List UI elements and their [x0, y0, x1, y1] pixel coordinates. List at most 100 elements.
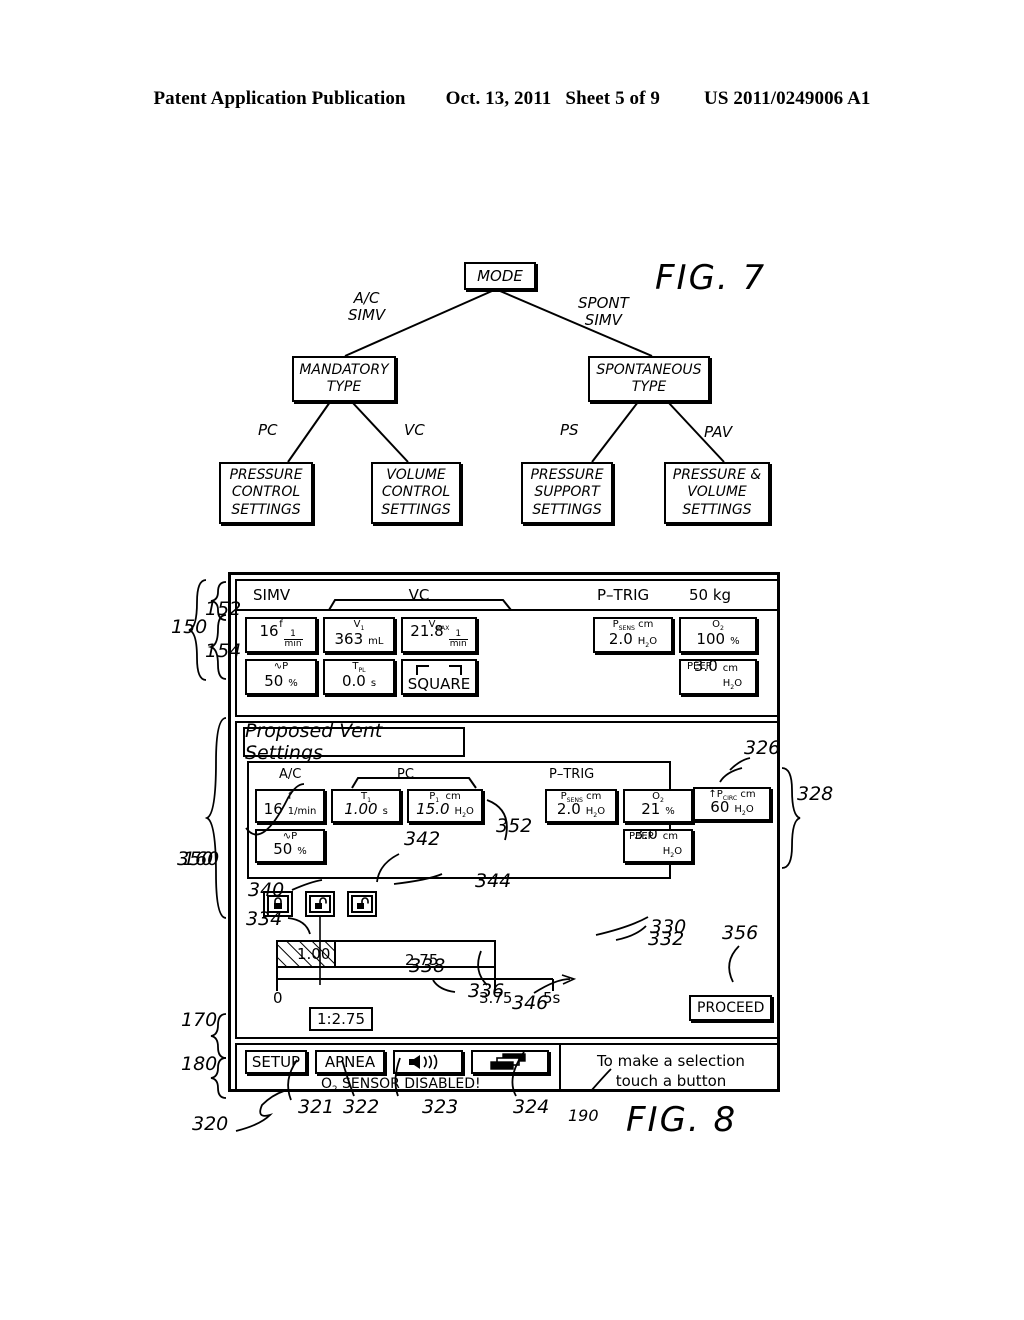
- setting-plateau-time[interactable]: TPL 0.0 s: [323, 659, 395, 695]
- figure-7: FIG. 7 MODE A/C SIMV SPONT SIMV MANDATOR…: [0, 0, 1024, 560]
- ref-321: 321: [298, 1096, 335, 1118]
- edge-label-pc: PC: [258, 421, 278, 439]
- figure-8-label: FIG. 8: [626, 1100, 738, 1140]
- proposed-settings-title: Proposed Vent Settings: [243, 720, 465, 764]
- proposed-setting-inspiratory-pressure-value: 15.0: [416, 800, 450, 818]
- proposed-setting-f[interactable]: f 16 1/min: [255, 789, 325, 823]
- proposed-setting-psens-value: 2.0: [556, 800, 581, 818]
- edge-label-pav: PAV: [704, 423, 733, 441]
- setting-tidal-volume-value: 363: [334, 630, 364, 648]
- ref-336: 336: [468, 980, 505, 1002]
- setup-button[interactable]: SETUP: [245, 1050, 307, 1074]
- ref-160: 160: [183, 848, 220, 870]
- current-settings-panel: SIMV VC P–TRIG 50 kg f 16 1 min V1 363 m…: [235, 579, 779, 717]
- node-mode: MODE: [464, 262, 536, 290]
- timeline-tick-0: 0: [273, 989, 283, 1007]
- inspiratory-time-label: 1.00: [297, 945, 331, 963]
- proposed-setting-o2-value: 21: [641, 800, 661, 818]
- setting-peep[interactable]: PEEP 3.0 cm H2O: [679, 659, 757, 695]
- o2-sensor-alert: O2 SENSOR DISABLED!: [321, 1076, 481, 1095]
- speaker-icon: [409, 1054, 438, 1070]
- proceed-button[interactable]: PROCEED: [689, 995, 773, 1021]
- current-trigger-label: P–TRIG: [597, 586, 650, 604]
- apnea-button[interactable]: APNEA: [315, 1050, 385, 1074]
- setting-waveform[interactable]: SQUARE: [401, 659, 477, 695]
- proposed-mode-label: A/C: [279, 767, 302, 782]
- lock-button-unlocked-1[interactable]: [305, 891, 335, 917]
- edge-label-spont-simv: SPONT SIMV: [578, 294, 629, 330]
- proposed-setting-f-value: 16: [263, 800, 283, 818]
- ref-180: 180: [181, 1053, 218, 1075]
- ref-190: 190: [568, 1106, 599, 1125]
- lock-open-icon: [357, 897, 369, 909]
- setting-peep-value: 3.0: [693, 659, 718, 675]
- proposed-setting-peep[interactable]: PEEP 3.0 cm H2O: [623, 829, 693, 863]
- proposed-settings-group: A/C PC P–TRIG f 16 1/min T1 1.00 s P1 cm…: [247, 761, 693, 879]
- setting-psens-value: 2.0: [608, 630, 633, 648]
- screens-button[interactable]: [471, 1050, 549, 1074]
- node-mandatory-type: MANDATORY TYPE: [292, 356, 396, 402]
- setting-o2-value: 100: [696, 630, 726, 648]
- message-divider: [559, 1045, 561, 1089]
- ref-326: 326: [744, 737, 781, 759]
- ref-342: 342: [404, 828, 441, 850]
- proposed-setting-inspiratory-time[interactable]: T1 1.00 s: [331, 789, 401, 823]
- ref-344: 344: [475, 870, 512, 892]
- lock-button-unlocked-2[interactable]: [347, 891, 377, 917]
- proposed-setting-rise-time[interactable]: ∿P 50 %: [255, 829, 325, 863]
- proposed-alarm-pcirc[interactable]: ↑PCIRC cm 60 H2O: [693, 787, 771, 821]
- alarm-silence-button[interactable]: [393, 1050, 463, 1074]
- proposed-setting-inspiratory-pressure[interactable]: P1 cm 15.0 H2O: [407, 789, 483, 823]
- setting-peak-flow[interactable]: V̇MAX 21.8 1 min: [401, 617, 477, 653]
- proposed-setting-peep-value: 3.0: [633, 829, 658, 843]
- node-pressure-support-settings: PRESSURE SUPPORT SETTINGS: [521, 462, 613, 524]
- ref-322: 322: [343, 1096, 380, 1118]
- setting-f[interactable]: f 16 1 min: [245, 617, 317, 653]
- patent-page: Patent Application Publication Oct. 13, …: [0, 0, 1024, 1320]
- status-message: To make a selection touch a button: [597, 1052, 745, 1091]
- proposed-setting-inspiratory-time-value: 1.00: [344, 800, 378, 818]
- node-pressure-control-settings: PRESSURE CONTROL SETTINGS: [219, 462, 313, 524]
- ref-152: 152: [205, 598, 242, 620]
- setting-waveform-value: SQUARE: [407, 675, 471, 693]
- current-mode-label: SIMV: [253, 586, 291, 604]
- bottom-button-bar: SETUP APNEA O2 SENSOR DISABLED! To make …: [235, 1043, 779, 1095]
- ref-338: 338: [409, 955, 446, 977]
- ref-334: 334: [246, 908, 283, 930]
- figure-7-label: FIG. 7: [655, 258, 767, 298]
- setting-rise-time-value: 50: [264, 672, 284, 690]
- edge-label-vc: VC: [404, 421, 425, 439]
- ref-328: 328: [797, 783, 834, 805]
- setting-o2[interactable]: O2 100 %: [679, 617, 757, 653]
- proposed-breath-type-bracket: [351, 777, 477, 789]
- ref-320: 320: [192, 1113, 229, 1135]
- ref-356: 356: [722, 922, 759, 944]
- screens-icon: [490, 1053, 526, 1070]
- ref-154: 154: [205, 640, 242, 662]
- proposed-setting-o2[interactable]: O2 21 %: [623, 789, 693, 823]
- edge-label-ac-simv: A/C SIMV: [348, 289, 386, 325]
- setting-tidal-volume[interactable]: V1 363 mL: [323, 617, 395, 653]
- ref-324: 324: [513, 1096, 550, 1118]
- lock-open-icon: [315, 897, 327, 909]
- ref-346: 346: [512, 992, 549, 1014]
- setting-peak-flow-value: 21.8: [410, 622, 444, 640]
- setting-psens[interactable]: PSENS cm 2.0 H2O: [593, 617, 673, 653]
- breath-type-bracket: [328, 599, 512, 611]
- setting-rise-time[interactable]: ∿P 50 %: [245, 659, 317, 695]
- ref-323: 323: [422, 1096, 459, 1118]
- ref-170: 170: [181, 1009, 218, 1031]
- ref-332: 332: [648, 928, 685, 950]
- node-spontaneous-type: SPONTANEOUS TYPE: [588, 356, 710, 402]
- node-volume-control-settings: VOLUME CONTROL SETTINGS: [371, 462, 461, 524]
- ref-150: 150: [171, 616, 208, 638]
- proposed-trigger-label: P–TRIG: [549, 767, 595, 782]
- node-pressure-volume-settings: PRESSURE & VOLUME SETTINGS: [664, 462, 770, 524]
- current-settings-header: SIMV VC P–TRIG 50 kg: [237, 581, 777, 611]
- setting-f-value: 16: [259, 622, 279, 640]
- ie-ratio-box[interactable]: 1:2.75: [309, 1007, 373, 1031]
- ref-352: 352: [496, 815, 533, 837]
- patient-weight-label: 50 kg: [689, 586, 732, 604]
- ref-340: 340: [248, 879, 285, 901]
- proposed-setting-psens[interactable]: PSENS cm 2.0 H2O: [545, 789, 617, 823]
